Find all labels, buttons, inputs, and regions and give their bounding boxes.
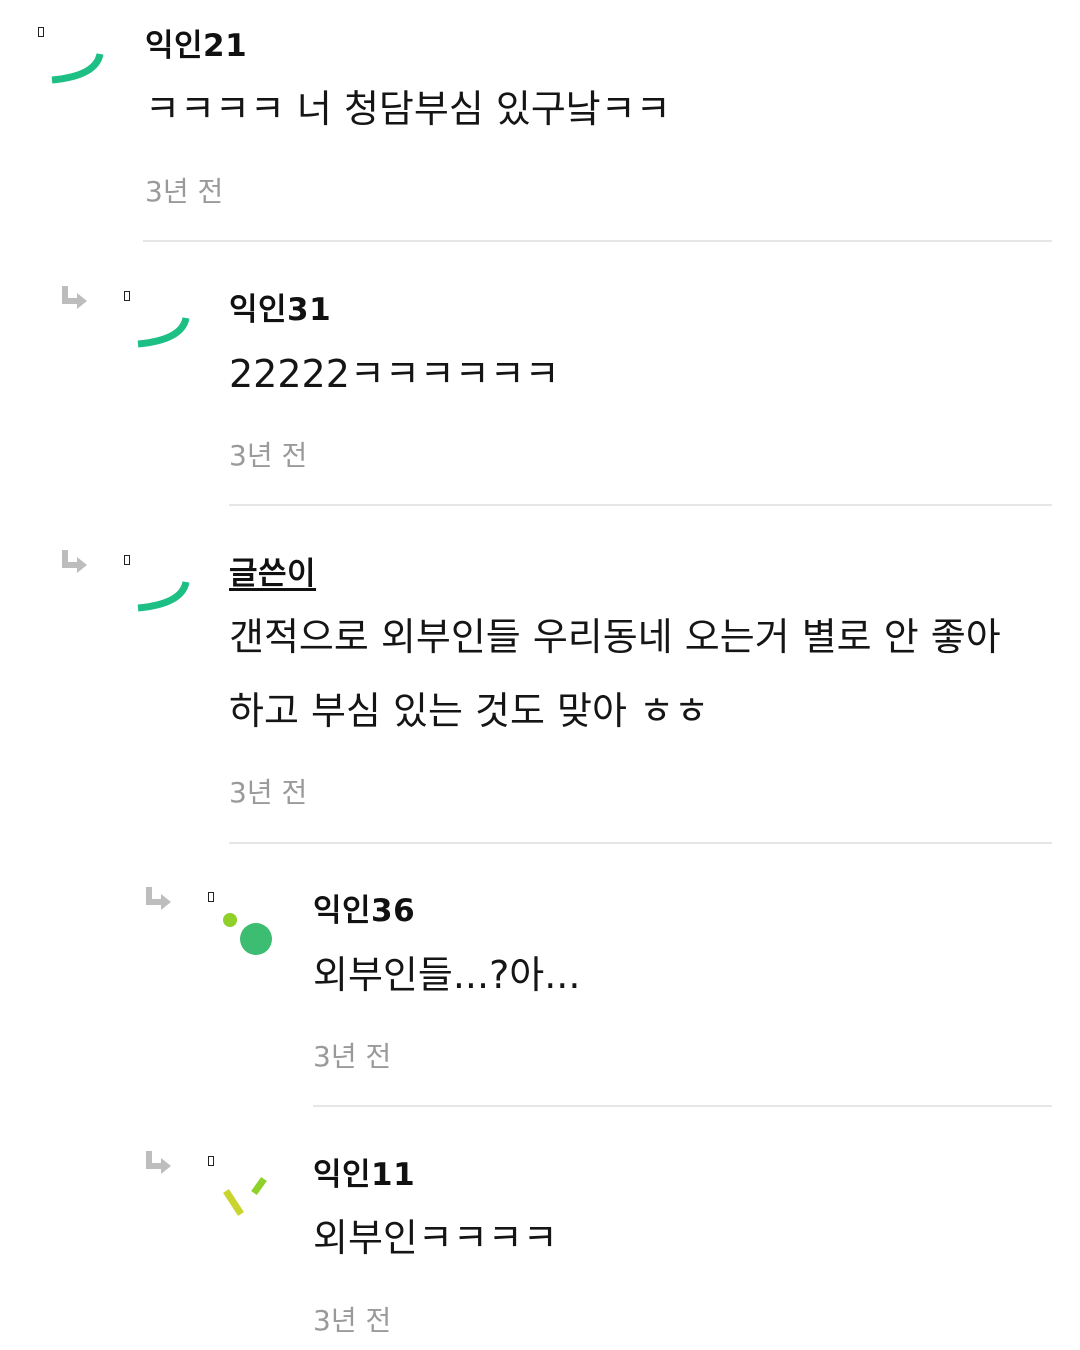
comment-text: ㅋㅋㅋㅋ 너 청담부심 있구낰ㅋㅋ — [145, 87, 671, 131]
yellow-green-slashes-avatar-icon — [223, 1176, 267, 1216]
image-placeholder-icon — [208, 892, 214, 902]
comment-author[interactable]: 익인11 — [313, 1149, 415, 1194]
comment-text: 외부인ㅋㅋㅋㅋ — [313, 1216, 558, 1260]
image-placeholder-icon — [38, 27, 44, 37]
reply-item: 익인31 22222ㅋㅋㅋㅋㅋㅋ 3년 전 — [0, 242, 1080, 506]
comment-text: 외부인들...?아... — [313, 953, 581, 997]
comment-timestamp: 3년 전 — [229, 776, 308, 809]
comment-text-line-2: 하고 부심 있는 것도 맞아 ㅎㅎ — [229, 689, 709, 733]
comment-author[interactable]: 익인31 — [229, 284, 331, 329]
image-placeholder-icon — [124, 555, 130, 565]
reply-arrow-icon — [146, 887, 171, 910]
comment-timestamp: 3년 전 — [145, 175, 224, 208]
comment-timestamp: 3년 전 — [313, 1304, 392, 1337]
green-dots-avatar-icon — [223, 913, 272, 955]
comment-timestamp: 3년 전 — [313, 1040, 392, 1073]
reply-arrow-icon — [62, 286, 87, 309]
comment-text-line-1: 갠적으로 외부인들 우리동네 오는거 별로 안 좋아 — [229, 615, 1001, 659]
reply-arrow-icon — [62, 550, 87, 573]
reply-item: 글쓴이 갠적으로 외부인들 우리동네 오는거 별로 안 좋아 하고 부심 있는 … — [0, 506, 1080, 844]
comment-text: 22222ㅋㅋㅋㅋㅋㅋ — [229, 352, 560, 396]
reply-arrow-icon — [146, 1151, 171, 1174]
comment-author[interactable]: 익인36 — [313, 885, 415, 930]
comment-timestamp: 3년 전 — [229, 439, 308, 472]
reply-item: 익인11 외부인ㅋㅋㅋㅋ 3년 전 — [0, 1107, 1080, 1350]
comment-author[interactable]: 익인21 — [145, 20, 247, 65]
green-arc-avatar-icon — [51, 53, 104, 84]
image-placeholder-icon — [124, 291, 130, 301]
reply-item: 익인36 외부인들...?아... 3년 전 — [0, 843, 1080, 1107]
green-arc-avatar-icon — [137, 581, 190, 612]
image-placeholder-icon — [208, 1156, 214, 1166]
comment-item: 익인21 ㅋㅋㅋㅋ 너 청담부심 있구낰ㅋㅋ 3년 전 — [0, 0, 1080, 242]
op-author-label[interactable]: 글쓴이 — [229, 548, 316, 593]
green-arc-avatar-icon — [137, 317, 190, 348]
